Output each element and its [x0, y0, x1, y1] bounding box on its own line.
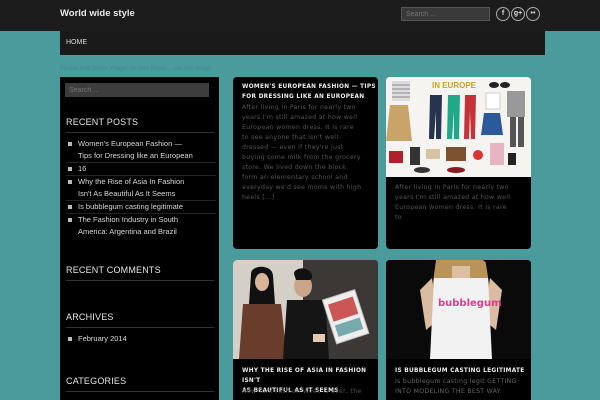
recent-comments-title: RECENT COMMENTS	[66, 265, 161, 275]
post-card[interactable]: WHY THE RISE OF ASIA IN FASHION ISN'T AS …	[233, 260, 378, 400]
recent-post-link[interactable]: Is bubblegum casting legitimate	[66, 200, 216, 213]
sidebar-search-input[interactable]	[65, 83, 209, 97]
flickr-icon[interactable]: ••	[526, 7, 540, 21]
site-tagline: Please Add Some Images to Your Posts... …	[60, 66, 212, 72]
post-card[interactable]: IN EUROPE After living in Paris for near…	[386, 77, 531, 249]
recent-post-link[interactable]: 16	[66, 162, 216, 175]
collage-caption: IN EUROPE	[432, 81, 477, 90]
bubblegum-model-photo: bubblegum	[386, 260, 531, 359]
post-image[interactable]	[233, 260, 378, 359]
archives-title: ARCHIVES	[66, 312, 114, 322]
recent-posts-title: RECENT POSTS	[66, 117, 139, 127]
sidebar: RECENT POSTS Women's European Fashion —T…	[60, 77, 219, 400]
asia-fashion-photo	[233, 260, 378, 359]
post-card[interactable]: WOMEN'S EUROPEAN FASHION — TIPS FOR DRESS…	[233, 77, 378, 249]
shirt-text: bubblegum	[438, 298, 502, 309]
categories-title: CATEGORIES	[66, 376, 127, 386]
recent-posts-list: Women's European Fashion — Tips for Dress…	[66, 138, 216, 238]
post-excerpt: New York Fashion Week is over, the	[242, 388, 362, 395]
post-title[interactable]: IS BUBBLEGUM CASTING LEGITIMATE	[395, 366, 525, 376]
post-title[interactable]: WOMEN'S EUROPEAN FASHION — TIPS FOR DRESS…	[242, 82, 376, 102]
recent-post-link[interactable]: Women's European Fashion — Tips for Dress…	[66, 138, 216, 162]
recent-post-link[interactable]: Why the Rise of Asia In Fashion Isn't As …	[66, 175, 216, 200]
site-title[interactable]: World wide style	[60, 8, 135, 19]
post-card[interactable]: bubblegum IS BUBBLEGUM CASTING LEGITIMAT…	[386, 260, 531, 400]
divider	[66, 280, 214, 281]
header-search-input[interactable]	[401, 7, 490, 21]
recent-post-link[interactable]: The Fashion Industry in South America: Ar…	[66, 213, 216, 238]
archive-link[interactable]: February 2014	[66, 333, 216, 345]
post-image[interactable]: bubblegum	[386, 260, 531, 359]
main-nav: HOME	[60, 31, 545, 55]
archives-list: February 2014	[66, 333, 216, 345]
divider	[66, 391, 214, 392]
divider	[66, 132, 214, 133]
top-bar: World wide style f g+ ••	[0, 0, 600, 31]
google-plus-icon[interactable]: g+	[511, 7, 525, 21]
post-image[interactable]: IN EUROPE	[386, 77, 531, 177]
post-excerpt: After living in Paris for nearly two yea…	[242, 104, 362, 201]
fashion-collage-image: IN EUROPE	[386, 77, 531, 177]
facebook-icon[interactable]: f	[496, 7, 510, 21]
post-excerpt: After living in Paris for nearly two yea…	[395, 184, 511, 221]
post-excerpt: Is bubblegum casting legit GETTING INTO …	[395, 378, 517, 395]
nav-home-link[interactable]: HOME	[66, 39, 87, 46]
divider	[66, 327, 214, 328]
